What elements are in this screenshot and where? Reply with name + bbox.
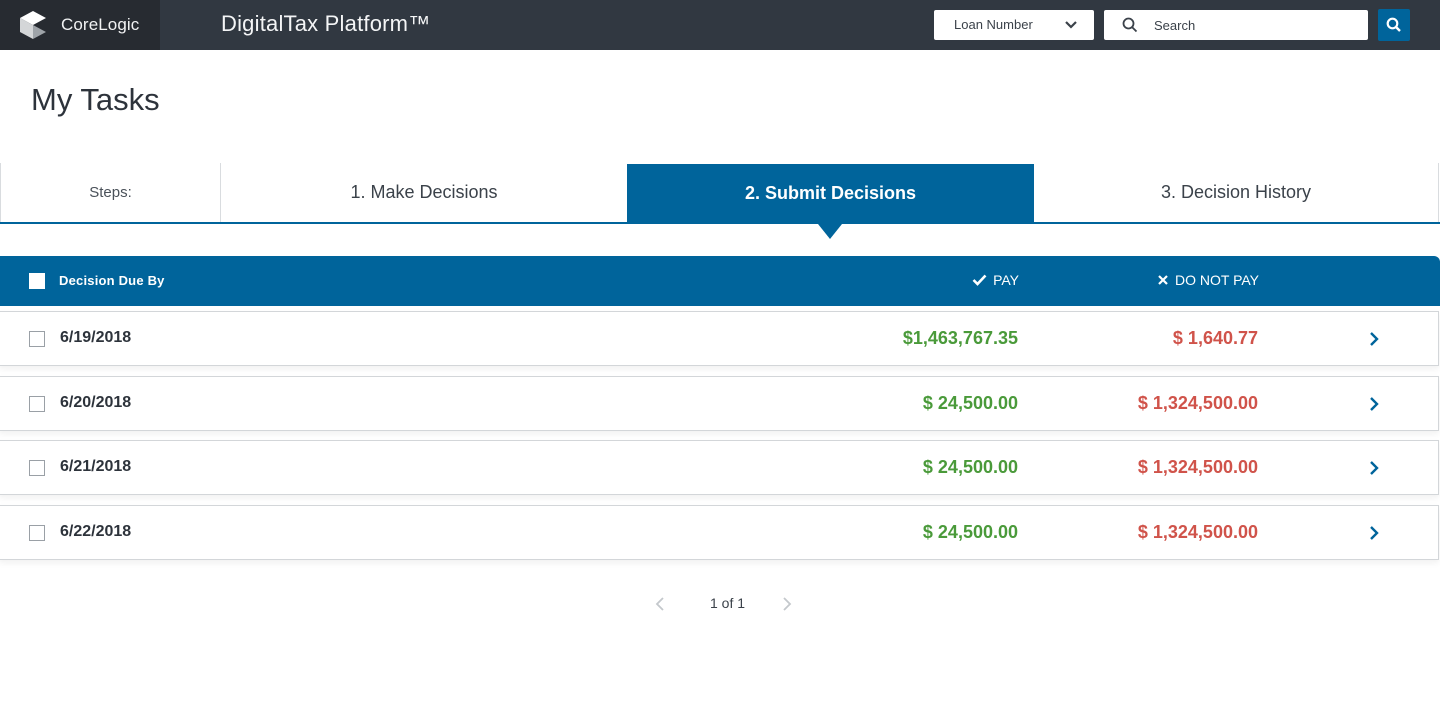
row-do-not-pay-amount: $ 1,324,500.00 xyxy=(1137,457,1258,477)
corelogic-logo-icon xyxy=(20,11,46,39)
search-type-select[interactable]: Loan Number xyxy=(934,10,1094,40)
row-pay-amount: $1,463,767.35 xyxy=(902,328,1018,348)
checkmark-icon xyxy=(972,274,987,286)
row-checkbox[interactable] xyxy=(29,331,45,347)
next-page-icon[interactable] xyxy=(780,596,794,612)
table-row[interactable]: 6/22/2018 $ 24,500.00 $ 1,324,500.00 xyxy=(0,505,1439,560)
select-all-checkbox[interactable] xyxy=(29,273,45,289)
do-not-pay-label: DO NOT PAY xyxy=(1174,272,1259,288)
row-do-not-pay-amount: $ 1,640.77 xyxy=(1172,328,1258,348)
search-field[interactable] xyxy=(1104,10,1368,40)
search-type-selected: Loan Number xyxy=(954,17,1033,32)
table-row[interactable]: 6/20/2018 $ 24,500.00 $ 1,324,500.00 xyxy=(0,376,1439,431)
row-pay-amount: $ 24,500.00 xyxy=(922,522,1018,542)
chevron-right-icon[interactable] xyxy=(1367,395,1381,413)
column-header-do-not-pay[interactable]: DO NOT PAY xyxy=(1157,272,1259,288)
chevron-down-icon xyxy=(1065,21,1077,29)
pagination-status: 1 of 1 xyxy=(710,595,746,611)
search-icon xyxy=(1386,17,1401,32)
column-header-decision-due-by[interactable]: Decision Due By xyxy=(59,273,165,288)
row-do-not-pay-amount: $ 1,324,500.00 xyxy=(1137,522,1258,542)
tab-make-decisions[interactable]: 1. Make Decisions xyxy=(221,163,627,222)
page-title: My Tasks xyxy=(31,82,160,117)
table-row[interactable]: 6/19/2018 $1,463,767.35 $ 1,640.77 xyxy=(0,311,1439,366)
row-do-not-pay-amount: $ 1,324,500.00 xyxy=(1137,393,1258,413)
app-title: DigitalTax Platform™ xyxy=(221,11,431,36)
column-header-pay[interactable]: PAY xyxy=(972,272,1019,288)
table-row[interactable]: 6/21/2018 $ 24,500.00 $ 1,324,500.00 xyxy=(0,440,1439,495)
row-date: 6/19/2018 xyxy=(60,329,132,346)
steps-tabs: Steps: 1. Make Decisions 2. Submit Decis… xyxy=(0,163,1440,224)
previous-page-icon[interactable] xyxy=(653,596,667,612)
chevron-right-icon[interactable] xyxy=(1367,459,1381,477)
table-header: Decision Due By PAY DO NOT PAY xyxy=(0,256,1440,306)
chevron-right-icon[interactable] xyxy=(1367,330,1381,348)
top-navigation-bar: CoreLogic DigitalTax Platform™ Loan Numb… xyxy=(0,0,1440,50)
row-date: 6/21/2018 xyxy=(60,458,132,475)
row-checkbox[interactable] xyxy=(29,525,45,541)
tab-decision-history[interactable]: 3. Decision History xyxy=(1034,163,1439,222)
brand-name: CoreLogic xyxy=(61,15,140,34)
steps-label: Steps: xyxy=(0,163,221,222)
search-input[interactable] xyxy=(1154,10,1359,40)
row-date: 6/20/2018 xyxy=(60,394,132,411)
row-pay-amount: $ 24,500.00 xyxy=(922,457,1018,477)
close-icon xyxy=(1158,275,1168,285)
row-date: 6/22/2018 xyxy=(60,523,132,540)
row-checkbox[interactable] xyxy=(29,460,45,476)
brand-block[interactable]: CoreLogic xyxy=(0,0,160,50)
search-icon xyxy=(1122,17,1138,33)
pay-label: PAY xyxy=(993,272,1019,288)
active-step-pointer xyxy=(818,224,842,239)
row-checkbox[interactable] xyxy=(29,396,45,412)
search-button[interactable] xyxy=(1378,9,1410,41)
chevron-right-icon[interactable] xyxy=(1367,524,1381,542)
row-pay-amount: $ 24,500.00 xyxy=(922,393,1018,413)
tab-submit-decisions[interactable]: 2. Submit Decisions xyxy=(627,164,1034,223)
